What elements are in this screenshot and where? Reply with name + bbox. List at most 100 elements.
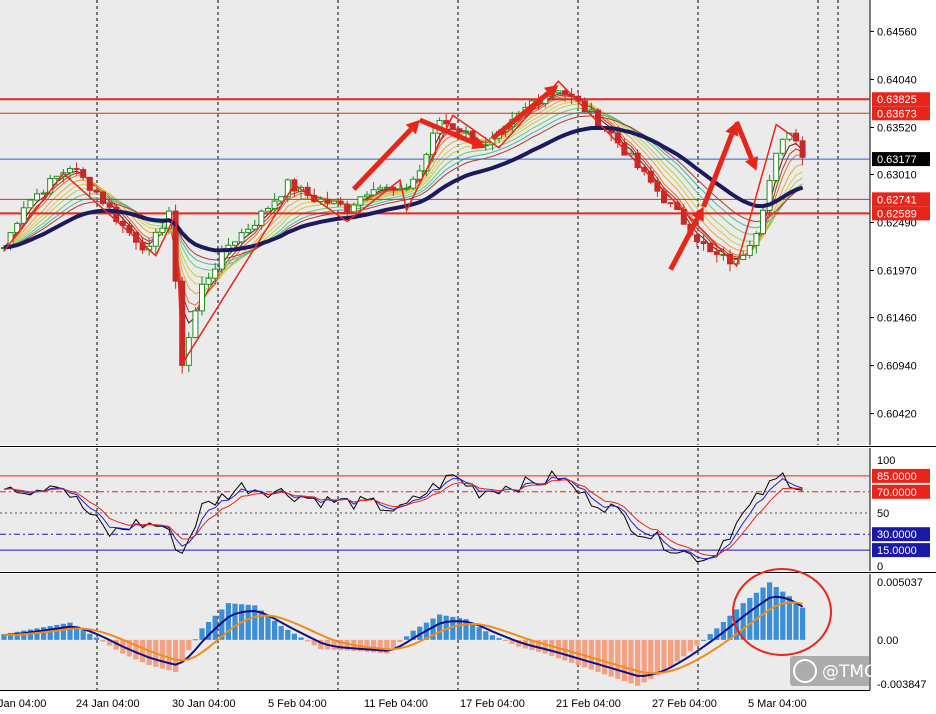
y-tick-label: 0.60420 bbox=[877, 409, 917, 421]
macd-histogram-bar bbox=[232, 603, 238, 640]
candle bbox=[344, 203, 351, 213]
candle bbox=[152, 231, 159, 247]
price-tag-label: 0.62741 bbox=[877, 194, 917, 206]
candle bbox=[106, 203, 113, 208]
candle bbox=[331, 200, 337, 204]
panel-background bbox=[0, 448, 870, 571]
candle bbox=[377, 187, 384, 191]
candle bbox=[746, 244, 753, 256]
level-tag-label: 70.0000 bbox=[877, 487, 917, 499]
y-tick-label: 0.64560 bbox=[877, 26, 917, 38]
macd-histogram-bar bbox=[140, 639, 146, 663]
price-tag-label: 0.63177 bbox=[877, 154, 917, 166]
macd-histogram-bar bbox=[166, 639, 172, 671]
price-panel: 0.645600.640400.635200.630100.624900.619… bbox=[0, 0, 936, 447]
macd-histogram-bar bbox=[272, 620, 278, 640]
candle bbox=[93, 189, 100, 193]
macd-histogram-bar bbox=[707, 634, 713, 640]
macd-histogram-bar bbox=[483, 631, 489, 640]
candle bbox=[80, 169, 87, 178]
macd-histogram-bar bbox=[668, 639, 674, 667]
candle bbox=[199, 283, 205, 312]
x-tick-label: 5 Feb 04:00 bbox=[268, 698, 327, 710]
macd-histogram-bar bbox=[681, 639, 687, 657]
candle bbox=[159, 227, 166, 233]
x-tick-label: 24 Jan 04:00 bbox=[76, 698, 140, 710]
candle bbox=[212, 268, 219, 279]
macd-histogram-bar bbox=[773, 587, 779, 640]
candle bbox=[799, 140, 806, 158]
candle bbox=[27, 199, 34, 209]
x-tick-label: 17 Feb 04:00 bbox=[460, 698, 525, 710]
candle bbox=[278, 196, 285, 202]
candle bbox=[337, 200, 344, 205]
candle bbox=[232, 241, 238, 246]
macd-histogram-bar bbox=[635, 639, 641, 686]
candle bbox=[403, 187, 410, 190]
price-tag-label: 0.63673 bbox=[877, 108, 917, 120]
candle bbox=[40, 192, 47, 195]
candle bbox=[449, 123, 456, 130]
x-tick-label: 27 Feb 04:00 bbox=[652, 698, 717, 710]
macd-histogram-bar bbox=[800, 607, 806, 640]
macd-histogram-bar bbox=[225, 603, 231, 640]
x-tick-label: Jan 04:00 bbox=[0, 698, 46, 710]
macd-histogram-bar bbox=[674, 639, 680, 662]
macd-histogram-bar bbox=[291, 633, 297, 640]
macd-histogram-bar bbox=[747, 597, 753, 640]
y-tick-label: 0.60940 bbox=[877, 361, 917, 373]
y-tick-label: 100 bbox=[877, 455, 895, 467]
macd-histogram-bar bbox=[278, 626, 284, 640]
macd-histogram-bar bbox=[298, 637, 304, 640]
macd-histogram-bar bbox=[265, 615, 271, 640]
level-tag-label: 30.0000 bbox=[877, 529, 917, 541]
macd-histogram-bar bbox=[47, 626, 53, 640]
y-tick-label: 50 bbox=[877, 508, 889, 520]
macd-histogram-bar bbox=[186, 639, 192, 651]
macd-histogram-bar bbox=[654, 639, 660, 676]
macd-histogram-bar bbox=[602, 639, 608, 675]
macd-histogram-bar bbox=[245, 604, 251, 640]
candle bbox=[370, 189, 377, 196]
candle bbox=[390, 186, 397, 191]
macd-histogram-bar bbox=[496, 638, 502, 640]
macd-histogram-bar bbox=[549, 639, 555, 656]
y-tick-label: 0.64040 bbox=[877, 74, 917, 86]
macd-histogram-bar bbox=[470, 623, 476, 640]
level-tag-label: 85.0000 bbox=[877, 471, 917, 483]
macd-histogram-bar bbox=[582, 639, 588, 668]
macd-histogram-bar bbox=[390, 639, 396, 648]
candle bbox=[350, 204, 357, 213]
y-tick-label: 0.61970 bbox=[877, 266, 917, 278]
candle bbox=[667, 202, 674, 205]
macd-histogram-bar bbox=[687, 639, 693, 652]
candle bbox=[760, 209, 766, 235]
candle bbox=[364, 194, 370, 198]
macd-panel: 0.0050370.00-0.003847 bbox=[0, 568, 927, 691]
macd-histogram-bar bbox=[67, 622, 73, 640]
macd-histogram-bar bbox=[661, 639, 667, 672]
macd-histogram-bar bbox=[41, 627, 47, 640]
macd-histogram-bar bbox=[476, 627, 482, 640]
candle bbox=[67, 168, 73, 174]
candle bbox=[555, 90, 562, 94]
candle bbox=[258, 210, 265, 226]
macd-histogram-bar bbox=[608, 639, 614, 677]
macd-histogram-bar bbox=[133, 639, 139, 660]
candle bbox=[410, 178, 417, 189]
macd-histogram-bar bbox=[192, 639, 198, 641]
candle bbox=[588, 109, 595, 113]
macd-histogram-bar bbox=[615, 639, 621, 679]
macd-histogram-bar bbox=[793, 601, 799, 640]
macd-histogram-bar bbox=[542, 639, 548, 654]
candle bbox=[562, 90, 568, 95]
macd-histogram-bar bbox=[588, 639, 594, 670]
y-tick-label: 0 bbox=[877, 561, 883, 573]
candle bbox=[218, 249, 225, 270]
candle bbox=[707, 243, 714, 253]
y-tick-label: 0.63010 bbox=[877, 169, 917, 181]
candle bbox=[456, 128, 463, 133]
price-tag-label: 0.63825 bbox=[877, 94, 917, 106]
candle bbox=[73, 168, 80, 171]
macd-histogram-bar bbox=[628, 639, 634, 684]
